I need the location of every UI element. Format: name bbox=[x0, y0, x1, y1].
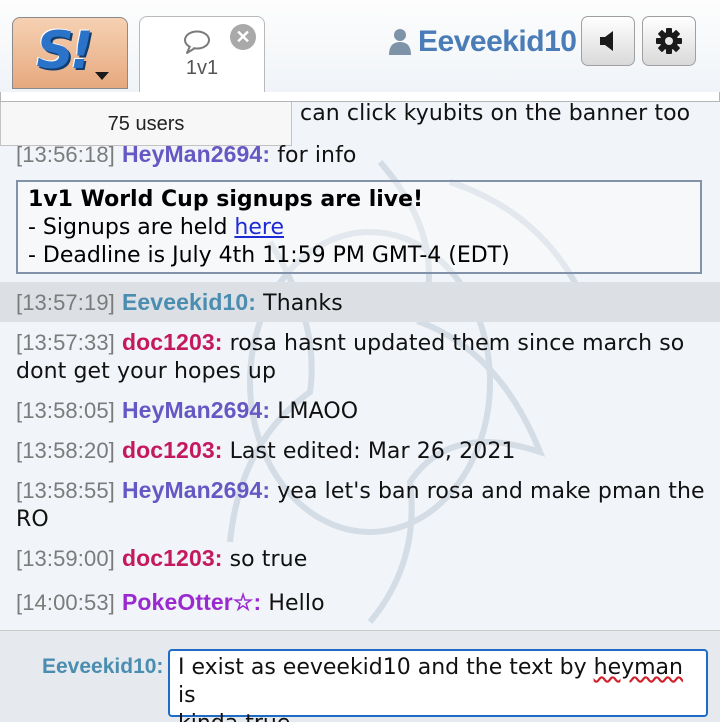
chat-input[interactable]: I exist as eeveekid10 and the text by he… bbox=[168, 649, 708, 722]
message-text: so true bbox=[229, 547, 308, 572]
chat-message: [13:58:20] doc1203: Last edited: Mar 26,… bbox=[16, 436, 706, 466]
message-text: dont get your hopes up bbox=[16, 359, 277, 384]
timestamp: [13:57:19] bbox=[16, 290, 115, 315]
message-text: RO bbox=[16, 507, 49, 532]
sound-button[interactable] bbox=[581, 16, 635, 66]
message-text: Thanks bbox=[263, 291, 343, 316]
underlined-word: true bbox=[245, 711, 290, 722]
announcement-text: - Signups are held bbox=[28, 215, 235, 240]
message-text: rosa hasnt updated them since march so bbox=[229, 331, 685, 356]
speaker-icon bbox=[600, 31, 613, 51]
chat-input-area: Eeveekid10: I exist as eeveekid10 and th… bbox=[0, 630, 720, 722]
message-text: LMAOO bbox=[277, 399, 359, 424]
chat-message: can click kyubits on the banner too bbox=[300, 101, 691, 126]
timestamp: [13:57:33] bbox=[16, 330, 115, 355]
chat-bubble-icon bbox=[184, 30, 210, 54]
chat-username[interactable]: HeyMan2694: bbox=[122, 397, 270, 423]
message-text: for info bbox=[277, 143, 357, 168]
tab-label: 1v1 bbox=[185, 57, 219, 79]
announcement-line: - Signups are held here bbox=[28, 214, 690, 242]
user-menu[interactable]: Eeveekid10 bbox=[388, 22, 577, 62]
chat-message: [13:57:33] doc1203: rosa hasnt updated t… bbox=[16, 328, 706, 386]
caret-down-icon bbox=[95, 72, 109, 80]
input-text: kinda bbox=[178, 711, 245, 722]
input-text: is bbox=[178, 683, 196, 708]
timestamp: [13:59:00] bbox=[16, 546, 115, 571]
message-text: Last edited: Mar 26, 2021 bbox=[229, 439, 516, 464]
chat-username[interactable]: PokeOtter☆: bbox=[122, 589, 261, 615]
user-icon bbox=[389, 29, 411, 55]
input-username[interactable]: Eeveekid10: bbox=[42, 655, 163, 679]
header: S! 1v1 ✕ Eeveekid10 bbox=[0, 0, 720, 92]
chat-username[interactable]: doc1203: bbox=[122, 437, 223, 463]
chat-username[interactable]: Eeveekid10: bbox=[122, 289, 256, 315]
chat-username[interactable]: HeyMan2694: bbox=[122, 477, 270, 503]
username: Eeveekid10 bbox=[418, 25, 577, 58]
announcement-title: 1v1 World Cup signups are live! bbox=[28, 187, 424, 212]
chat-message: [13:58:55] HeyMan2694: yea let's ban ros… bbox=[16, 476, 706, 534]
chat-message: [13:57:19] Eeveekid10: Thanks bbox=[16, 288, 706, 318]
signups-link[interactable]: here bbox=[234, 215, 284, 240]
gear-icon bbox=[656, 28, 682, 54]
options-button[interactable] bbox=[642, 16, 696, 66]
timestamp: [13:56:18] bbox=[16, 142, 115, 167]
showdown-logo: S! bbox=[36, 21, 93, 81]
chat-message: [14:00:53] PokeOtter☆: Hello bbox=[16, 588, 706, 618]
input-text: I exist as eeveekid10 and the text by bbox=[178, 655, 594, 680]
timestamp: [13:58:20] bbox=[16, 438, 115, 463]
timestamp: [14:00:53] bbox=[16, 590, 115, 615]
misspelled-word[interactable]: heyman bbox=[594, 655, 683, 680]
close-icon[interactable]: ✕ bbox=[230, 24, 256, 50]
chat-username[interactable]: HeyMan2694: bbox=[122, 141, 270, 167]
announcement-line: - Deadline is July 4th 11:59 PM GMT-4 (E… bbox=[28, 243, 510, 268]
main-menu-button[interactable]: S! bbox=[12, 17, 128, 89]
message-text: yea let's ban rosa and make pman the bbox=[277, 479, 705, 504]
tab-1v1[interactable]: 1v1 ✕ bbox=[139, 16, 265, 92]
announcement-box: 1v1 World Cup signups are live! - Signup… bbox=[16, 180, 702, 274]
timestamp: [13:58:05] bbox=[16, 398, 115, 423]
message-text: Hello bbox=[268, 591, 325, 616]
chat-message: [13:58:05] HeyMan2694: LMAOO bbox=[16, 396, 706, 426]
chat-log[interactable]: 75 users can click kyubits on the banner… bbox=[0, 92, 720, 630]
chat-message: [13:56:18] HeyMan2694: for info bbox=[16, 140, 706, 170]
chat-message: [13:59:00] doc1203: so true bbox=[16, 544, 706, 574]
chat-username[interactable]: doc1203: bbox=[122, 329, 223, 355]
timestamp: [13:58:55] bbox=[16, 478, 115, 503]
chat-username[interactable]: doc1203: bbox=[122, 545, 223, 571]
